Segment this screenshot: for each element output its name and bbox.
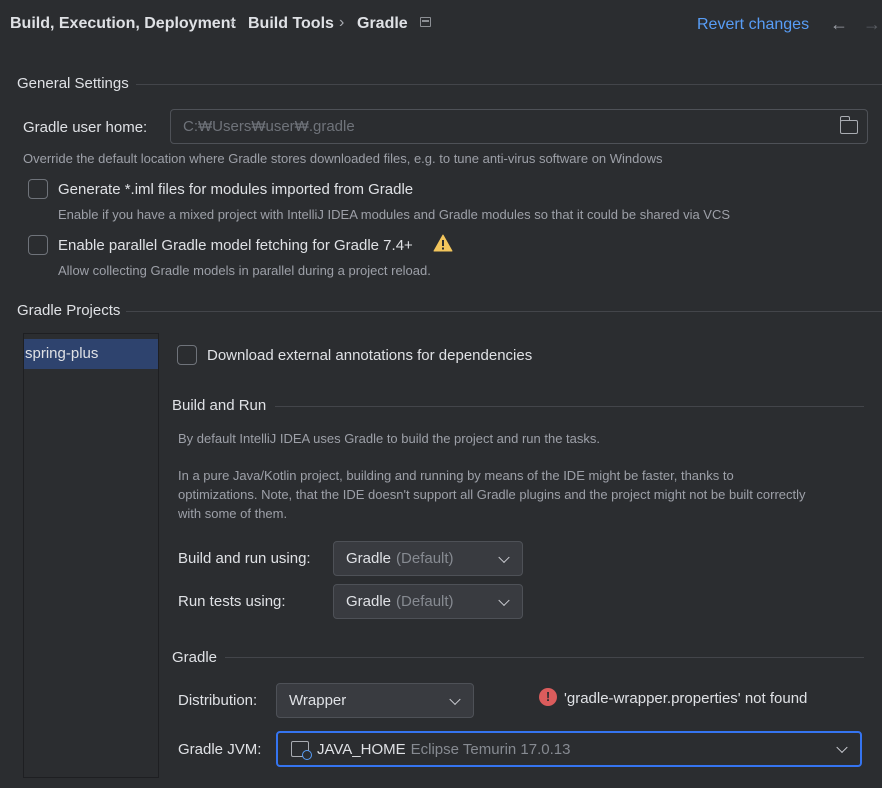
generate-iml-label[interactable]: Generate *.iml files for modules importe…	[58, 181, 413, 198]
build-run-using-dropdown[interactable]: Gradle (Default)	[333, 541, 523, 576]
gradle-jvm-label: Gradle JVM:	[178, 741, 262, 758]
distribution-dropdown[interactable]: Wrapper	[276, 683, 474, 718]
jdk-folder-icon	[291, 741, 312, 760]
download-annotations-label[interactable]: Download external annotations for depend…	[207, 347, 532, 364]
jvm-value: JAVA_HOME	[317, 740, 406, 758]
breadcrumb-item-build-execution-deployment[interactable]: Build, Execution, Deployment	[10, 15, 236, 33]
gradle-projects-title: Gradle Projects	[17, 302, 121, 319]
dropdown-suffix: (Default)	[396, 593, 454, 610]
breadcrumb-item-build-tools[interactable]: Build Tools	[248, 15, 334, 33]
arrow-right-icon[interactable]: →	[863, 14, 881, 35]
gradle-user-home-input[interactable]: C:₩Users₩user₩.gradle	[170, 109, 868, 144]
generate-iml-hint: Enable if you have a mixed project with …	[58, 207, 731, 222]
section-divider	[126, 311, 882, 312]
gradle-user-home-label: Gradle user home:	[23, 119, 148, 136]
dropdown-value: Wrapper	[289, 692, 347, 709]
section-divider	[275, 406, 864, 407]
chevron-down-icon	[449, 693, 461, 705]
breadcrumb-separator: ›	[230, 14, 236, 31]
dropdown-value: Gradle	[346, 593, 392, 610]
breadcrumb-separator: ›	[339, 14, 345, 31]
gradle-title: Gradle	[172, 649, 218, 666]
jvm-detail: Eclipse Temurin 17.0.13	[410, 740, 571, 758]
build-run-description: By default IntelliJ IDEA uses Gradle to …	[178, 431, 601, 446]
project-list[interactable]	[23, 333, 159, 778]
build-run-description-line: In a pure Java/Kotlin project, building …	[178, 468, 734, 483]
parallel-fetching-checkbox[interactable]	[28, 235, 48, 255]
build-run-using-label: Build and run using:	[178, 550, 311, 567]
project-list-item[interactable]: spring-plus	[24, 339, 158, 369]
run-tests-using-dropdown[interactable]: Gradle (Default)	[333, 584, 523, 619]
warning-icon	[433, 234, 453, 252]
build-run-description-line: with some of them.	[178, 506, 288, 521]
dropdown-value: Gradle	[346, 550, 392, 567]
breadcrumb-item-gradle: Gradle	[357, 15, 408, 32]
general-settings-title: General Settings	[17, 75, 129, 92]
chevron-down-icon	[498, 551, 510, 563]
folder-browse-icon[interactable]	[839, 116, 858, 134]
build-run-description-line: optimizations. Note, that the IDE doesn'…	[178, 487, 806, 502]
download-annotations-checkbox[interactable]	[177, 345, 197, 365]
generate-iml-checkbox[interactable]	[28, 179, 48, 199]
arrow-left-icon[interactable]: ←	[830, 14, 848, 35]
chevron-down-icon	[498, 594, 510, 606]
section-divider	[225, 657, 864, 658]
run-tests-using-label: Run tests using:	[178, 593, 286, 610]
distribution-label: Distribution:	[178, 692, 258, 709]
parallel-fetching-label[interactable]: Enable parallel Gradle model fetching fo…	[58, 237, 413, 254]
gradle-user-home-hint: Override the default location where Grad…	[23, 151, 663, 166]
dropdown-suffix: (Default)	[396, 550, 454, 567]
chevron-down-icon	[836, 741, 848, 754]
gradle-user-home-placeholder: C:₩Users₩user₩.gradle	[183, 118, 355, 135]
wrapper-error-text: 'gradle-wrapper.properties' not found	[564, 690, 808, 707]
revert-changes-link[interactable]: Revert changes	[697, 16, 809, 34]
error-icon: !	[539, 688, 557, 706]
gradle-jvm-dropdown[interactable]: JAVA_HOME Eclipse Temurin 17.0.13	[276, 731, 862, 767]
parallel-fetching-hint: Allow collecting Gradle models in parall…	[58, 263, 431, 278]
build-and-run-title: Build and Run	[172, 397, 267, 414]
pin-tab-icon[interactable]	[420, 17, 431, 27]
section-divider	[136, 84, 882, 85]
